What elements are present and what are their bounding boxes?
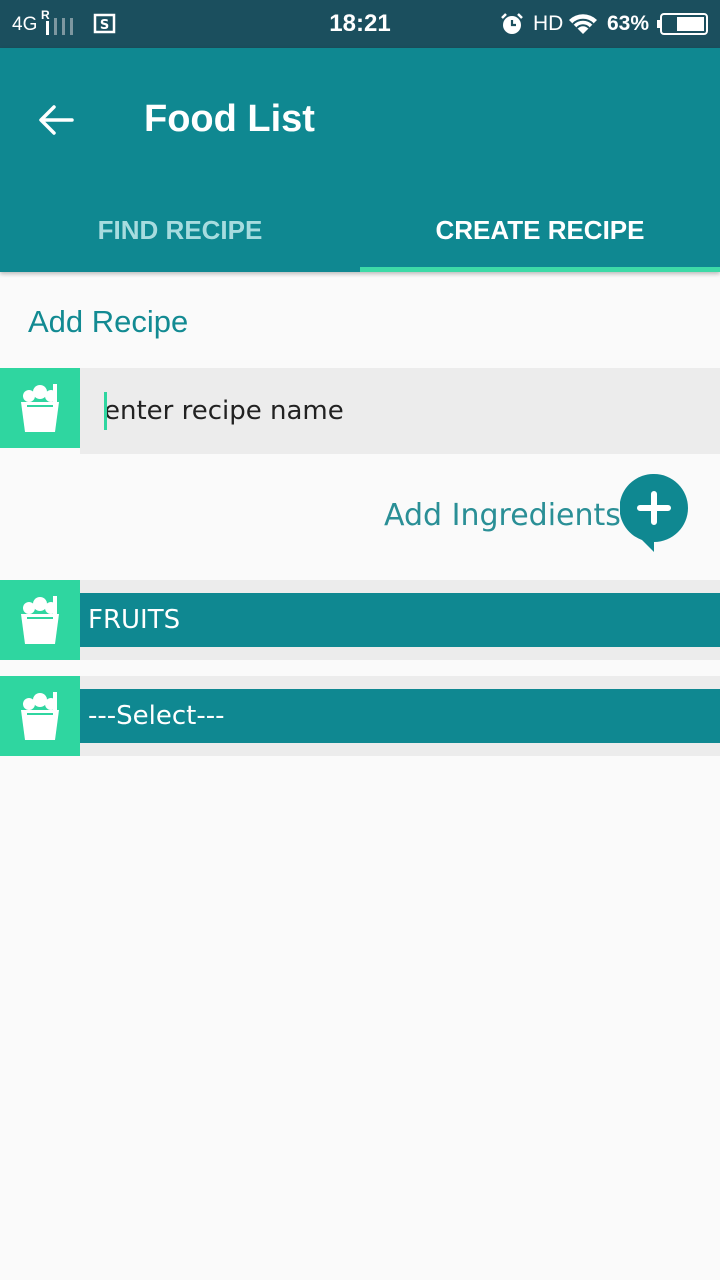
grocery-bag-icon <box>21 692 59 740</box>
back-button[interactable] <box>24 88 88 152</box>
grocery-bag-icon <box>21 384 59 432</box>
alarm-icon <box>501 13 523 34</box>
arrow-left-icon <box>39 105 74 135</box>
hd-indicator: HD <box>533 12 564 35</box>
recipe-name-field-wrap <box>80 368 720 454</box>
wifi-icon <box>569 14 597 34</box>
app-bar: Food List FIND RECIPE CREATE RECIPE <box>0 48 720 272</box>
tab-indicator <box>360 267 720 272</box>
text-caret <box>104 392 107 430</box>
tab-create-recipe[interactable]: CREATE RECIPE <box>360 188 720 272</box>
section-title: Add Recipe <box>28 304 189 339</box>
battery-percent: 63% <box>607 12 650 35</box>
ingredient-icon-tile <box>0 676 80 756</box>
add-ingredients-button[interactable] <box>620 474 688 554</box>
page-title: Food List <box>144 98 315 140</box>
status-bar: 4G R S 18:21 HD 63% <box>0 0 720 48</box>
add-ingredients-label[interactable]: Add Ingredients <box>384 498 621 533</box>
recipe-name-input[interactable] <box>104 368 704 454</box>
grocery-bag-icon <box>21 596 59 644</box>
category-dropdown[interactable]: FRUITS <box>80 593 720 647</box>
tab-find-recipe[interactable]: FIND RECIPE <box>0 188 360 272</box>
battery-icon <box>657 13 708 35</box>
ingredient-dropdown[interactable]: ---Select--- <box>80 689 720 743</box>
category-icon-tile <box>0 580 80 660</box>
recipe-name-icon-tile <box>0 368 80 448</box>
